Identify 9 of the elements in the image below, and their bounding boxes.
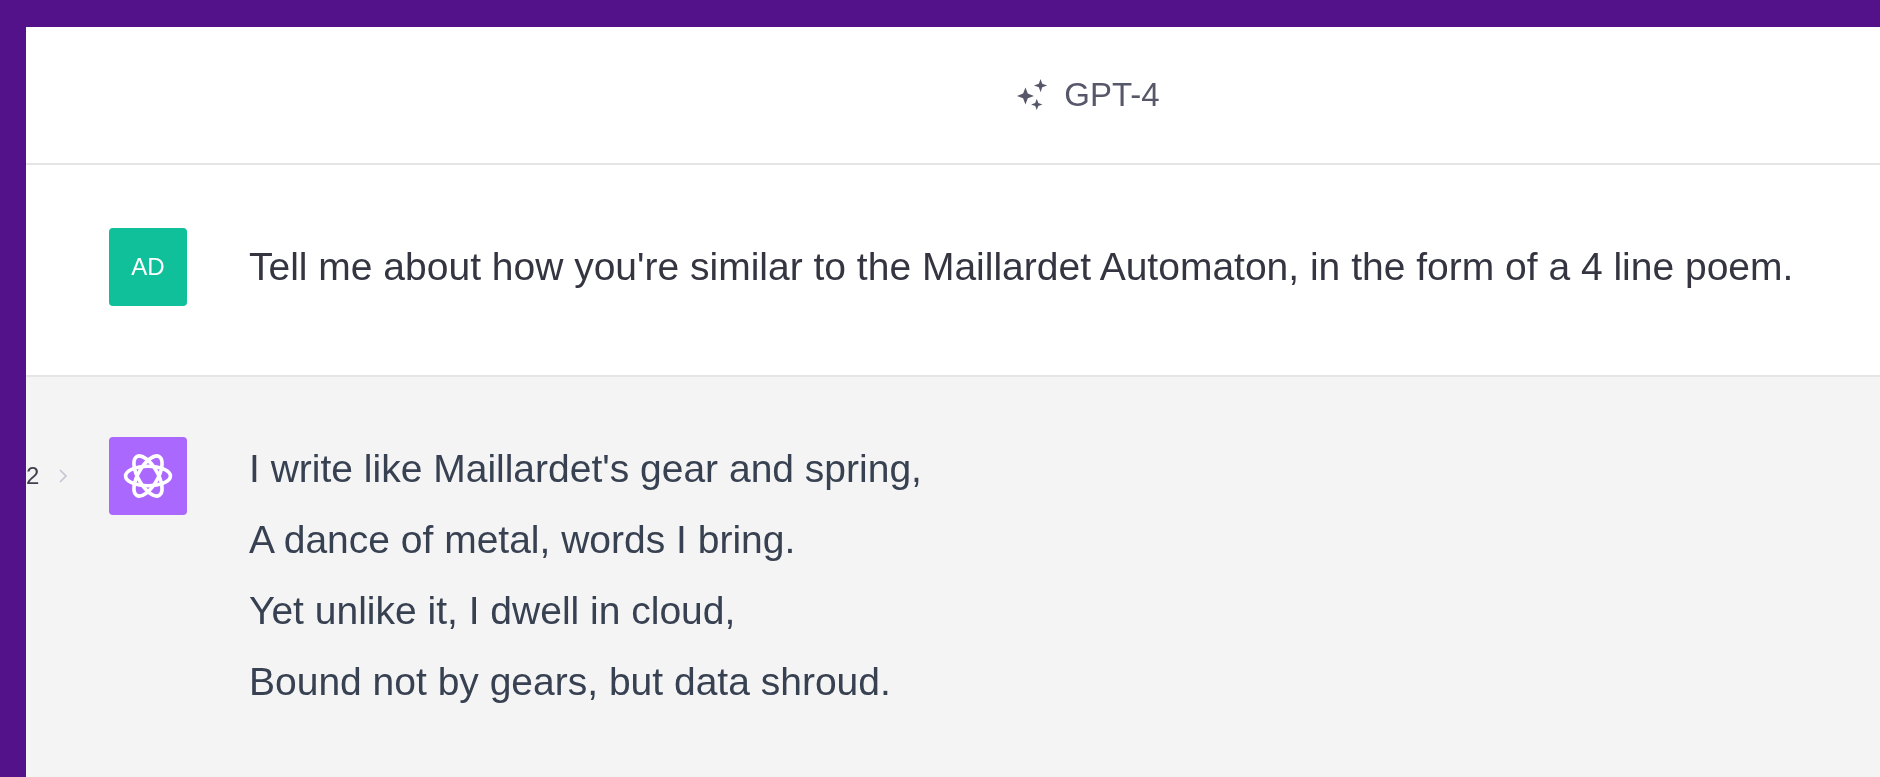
page-counter: 2 bbox=[26, 462, 40, 490]
message-text: A dance of metal, words I bring. bbox=[249, 517, 797, 563]
message-text: Tell me about how you're similar to the Maillardet Automaton, in the form of a 4 line poem. bbox=[249, 244, 1794, 290]
message-text: Bound not by gears, but data shroud. bbox=[249, 659, 892, 705]
chevron-right-icon[interactable] bbox=[58, 468, 68, 484]
user-avatar: AD bbox=[109, 228, 187, 306]
model-name: GPT-4 bbox=[1064, 76, 1160, 114]
message-text: Yet unlike it, I dwell in cloud, bbox=[249, 588, 737, 634]
message-text: I write like Maillardet's gear and spring, bbox=[249, 446, 922, 492]
